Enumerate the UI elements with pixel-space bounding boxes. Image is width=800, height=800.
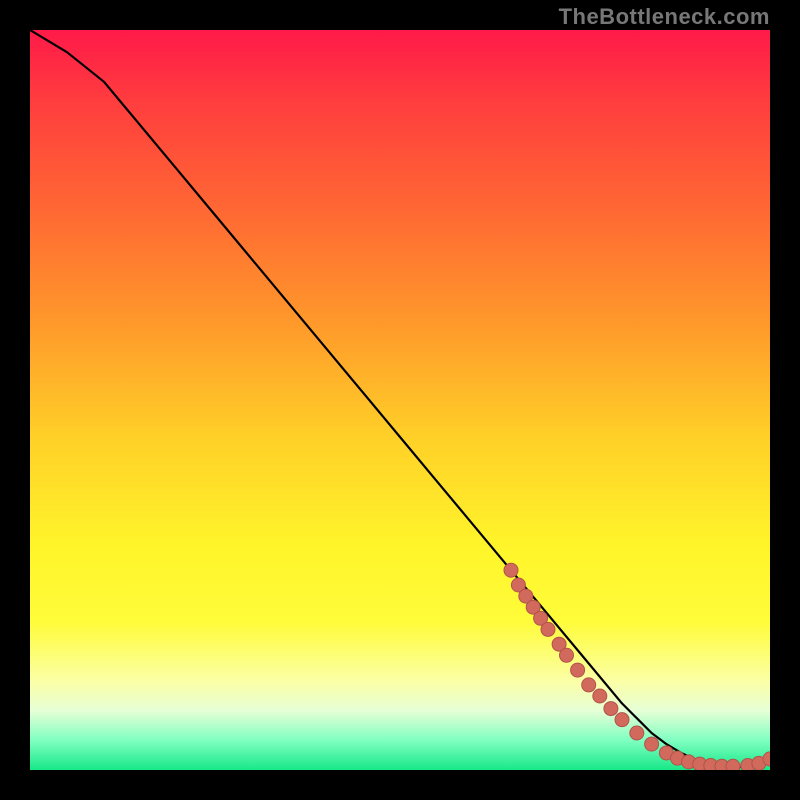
data-point [582,678,596,692]
data-point [645,737,659,751]
data-point [571,663,585,677]
plot-area [30,30,770,770]
data-point [604,702,618,716]
data-point [593,689,607,703]
data-point [504,563,518,577]
data-point [615,713,629,727]
data-point [541,622,555,636]
curve-line [30,30,770,767]
chart-svg [30,30,770,770]
watermark-text: TheBottleneck.com [559,4,770,30]
data-markers [504,563,770,770]
data-point [630,726,644,740]
data-point [560,648,574,662]
chart-frame: TheBottleneck.com [0,0,800,800]
data-point [726,759,740,770]
